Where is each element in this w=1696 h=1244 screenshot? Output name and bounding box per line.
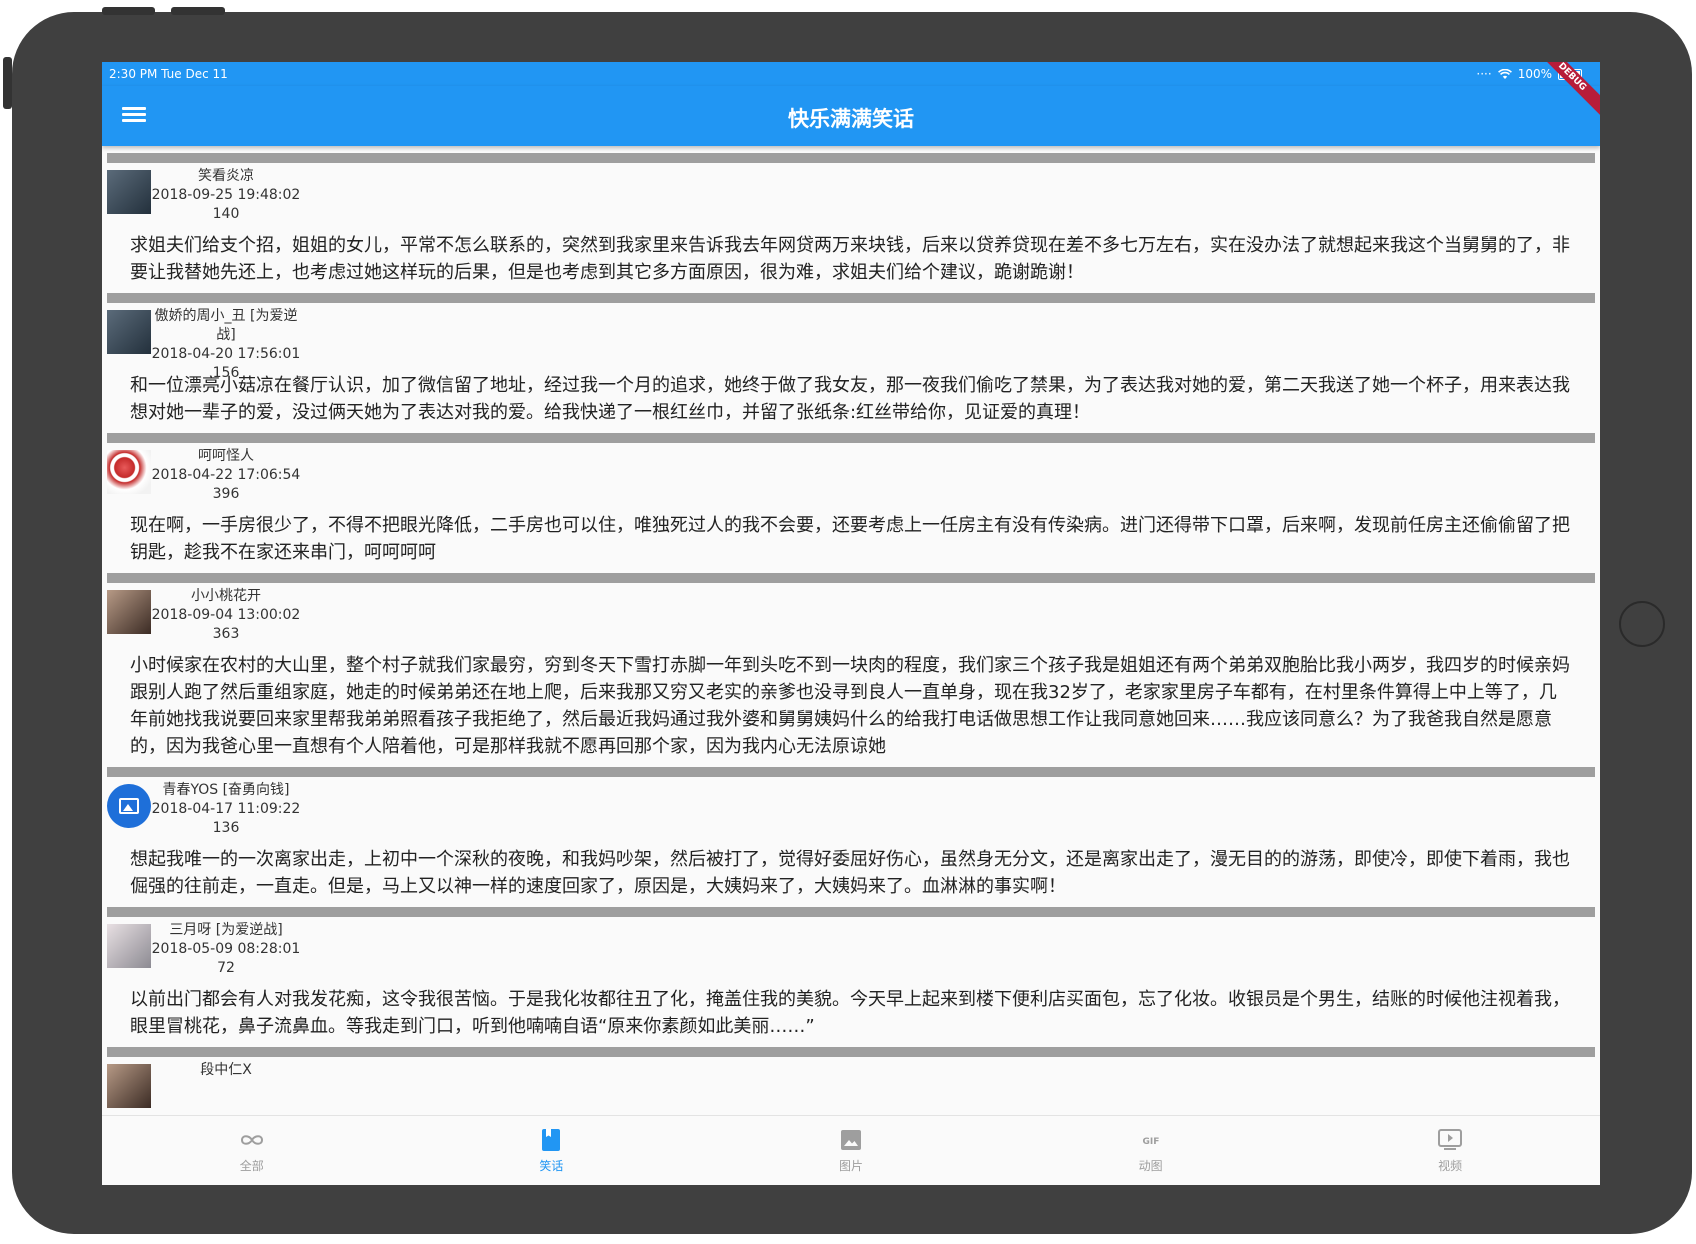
post-date: 2018-04-22 17:06:54 (151, 467, 301, 483)
list-item[interactable]: 三月呀 [为爱逆战] 2018-05-09 08:28:01 72 以前出门都会… (102, 907, 1600, 1040)
home-button[interactable] (1619, 601, 1665, 647)
status-time: 2:30 PM Tue Dec 11 (109, 67, 228, 81)
post-date: 2018-04-17 11:09:22 (151, 801, 301, 817)
post-count: 136 (212, 820, 240, 836)
tab-label: 图片 (838, 1159, 863, 1173)
post-text: 现在啊，一手房很少了，不得不把眼光降低，二手房也可以住，唯独死过人的我不会要，还… (130, 515, 1570, 563)
author-name: 呵呵怪人 (198, 448, 254, 464)
divider (107, 767, 1595, 777)
divider (107, 293, 1595, 303)
post-text: 想起我唯一的一次离家出走，上初中一个深秋的夜晚，和我妈吵架，然后被打了，觉得好委… (130, 849, 1570, 897)
list-item[interactable]: 段中仁X (102, 1047, 1600, 1115)
author-name: 笑看炎凉 (198, 168, 254, 184)
post-text: 求姐夫们给支个招，姐姐的女儿，平常不怎么联系的，突然到我家里来告诉我去年网贷两万… (130, 235, 1570, 283)
list-item[interactable]: 呵呵怪人 2018-04-22 17:06:54 396 现在啊，一手房很少了，… (102, 433, 1600, 566)
tab-label: 动图 (1138, 1159, 1163, 1173)
post-count: 396 (212, 486, 240, 502)
image-placeholder-icon (119, 798, 139, 814)
avatar (107, 170, 151, 214)
post-date: 2018-05-09 08:28:01 (151, 941, 301, 957)
divider (107, 433, 1595, 443)
list-item[interactable]: 青春YOS [奋勇向钱] 2018-04-17 11:09:22 136 想起我… (102, 767, 1600, 900)
wifi-icon (1497, 68, 1512, 79)
avatar (107, 590, 151, 634)
post-count: 156 (212, 365, 240, 381)
status-bar: 2:30 PM Tue Dec 11 ···· 100% (102, 62, 1600, 86)
avatar (107, 310, 151, 354)
post-date: 2018-09-04 13:00:02 (151, 607, 301, 623)
post-date: 2018-09-25 19:48:02 (151, 187, 301, 203)
signal-dots-icon: ···· (1476, 67, 1492, 81)
divider (107, 1047, 1595, 1057)
post-count: 140 (212, 206, 240, 222)
post-text: 和一位漂亮小菇凉在餐厅认识，加了微信留了地址，经过我一个月的追求，她终于做了我女… (130, 375, 1570, 423)
avatar (107, 784, 151, 828)
avatar (107, 924, 151, 968)
tab-images[interactable]: 图片 (701, 1116, 1001, 1185)
svg-text:GIF: GIF (1142, 1137, 1159, 1146)
avatar (107, 1064, 151, 1108)
tab-label: 全部 (239, 1159, 264, 1173)
post-text: 以前出门都会有人对我发花痴，这令我很苦恼。于是我化妆都往丑了化，掩盖住我的美貌。… (130, 989, 1570, 1037)
bottom-navigation: 全部 笑话 图片 GIF 动图 视频 (102, 1115, 1600, 1185)
list-item[interactable]: 傲娇的周小_丑 [为爱逆战] 2018-04-20 17:56:01 156 和… (102, 293, 1600, 426)
post-text: 小时候家在农村的大山里，整个村子就我们家最穷，穷到冬天下雪打赤脚一年到头吃不到一… (130, 655, 1570, 757)
avatar (107, 450, 151, 494)
author-name: 青春YOS [奋勇向钱] (162, 782, 290, 798)
bookmark-icon (542, 1129, 561, 1151)
joke-list[interactable]: 笑看炎凉 2018-09-25 19:48:02 140 求姐夫们给支个招，姐姐… (102, 146, 1600, 1115)
tab-all[interactable]: 全部 (102, 1116, 402, 1185)
post-count: 363 (212, 626, 240, 642)
page-title: 快乐满满笑话 (788, 107, 914, 131)
author-name: 傲娇的周小_丑 [为爱逆战] (154, 308, 298, 343)
list-item[interactable]: 小小桃花开 2018-09-04 13:00:02 363 小时候家在农村的大山… (102, 573, 1600, 760)
list-item[interactable]: 笑看炎凉 2018-09-25 19:48:02 140 求姐夫们给支个招，姐姐… (102, 153, 1600, 286)
author-name: 段中仁X (200, 1062, 252, 1078)
power-button (3, 57, 12, 109)
divider (107, 153, 1595, 163)
video-icon (1438, 1129, 1463, 1150)
app-screen: 2:30 PM Tue Dec 11 ···· 100% 快乐满满笑话 DEBU… (102, 62, 1600, 1185)
tab-jokes[interactable]: 笑话 (402, 1116, 702, 1185)
post-date: 2018-04-20 17:56:01 (151, 346, 301, 362)
volume-down-button (171, 7, 225, 15)
tab-label: 笑话 (539, 1159, 564, 1173)
divider (107, 907, 1595, 917)
tab-label: 视频 (1438, 1159, 1463, 1173)
tab-gifs[interactable]: GIF 动图 (1001, 1116, 1301, 1185)
tab-videos[interactable]: 视频 (1300, 1116, 1600, 1185)
app-bar: 快乐满满笑话 (102, 86, 1600, 146)
volume-up-button (102, 7, 155, 15)
author-name: 小小桃花开 (191, 588, 261, 604)
post-count: 72 (217, 960, 235, 976)
infinity-icon (240, 1135, 263, 1145)
battery-percent: 100% (1517, 67, 1552, 81)
divider (107, 573, 1595, 583)
image-icon (840, 1130, 861, 1150)
author-name: 三月呀 [为爱逆战] (169, 922, 283, 938)
gif-icon: GIF (1142, 1137, 1159, 1146)
